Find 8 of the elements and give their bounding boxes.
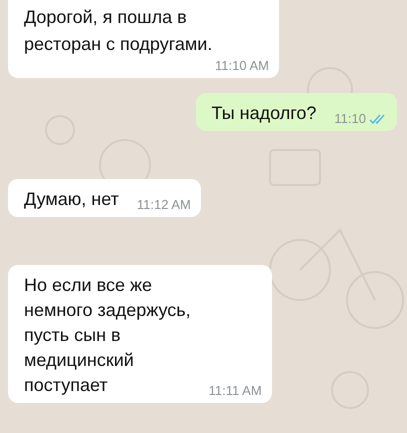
message-text: Дорогой, я пошла в ресторан с подругами.	[24, 6, 212, 56]
message-time: 11:11 AM	[208, 383, 262, 398]
message-text: Ты надолго?	[212, 102, 316, 125]
message-time: 11:10	[334, 111, 366, 126]
message-time: 11:10 AM	[215, 58, 269, 73]
message-text: Думаю, нет	[24, 188, 119, 211]
message-text: Но если все же немного задержусь, пусть сын в медицинский поступает	[24, 274, 191, 397]
message-time: 11:12 AM	[136, 197, 191, 212]
